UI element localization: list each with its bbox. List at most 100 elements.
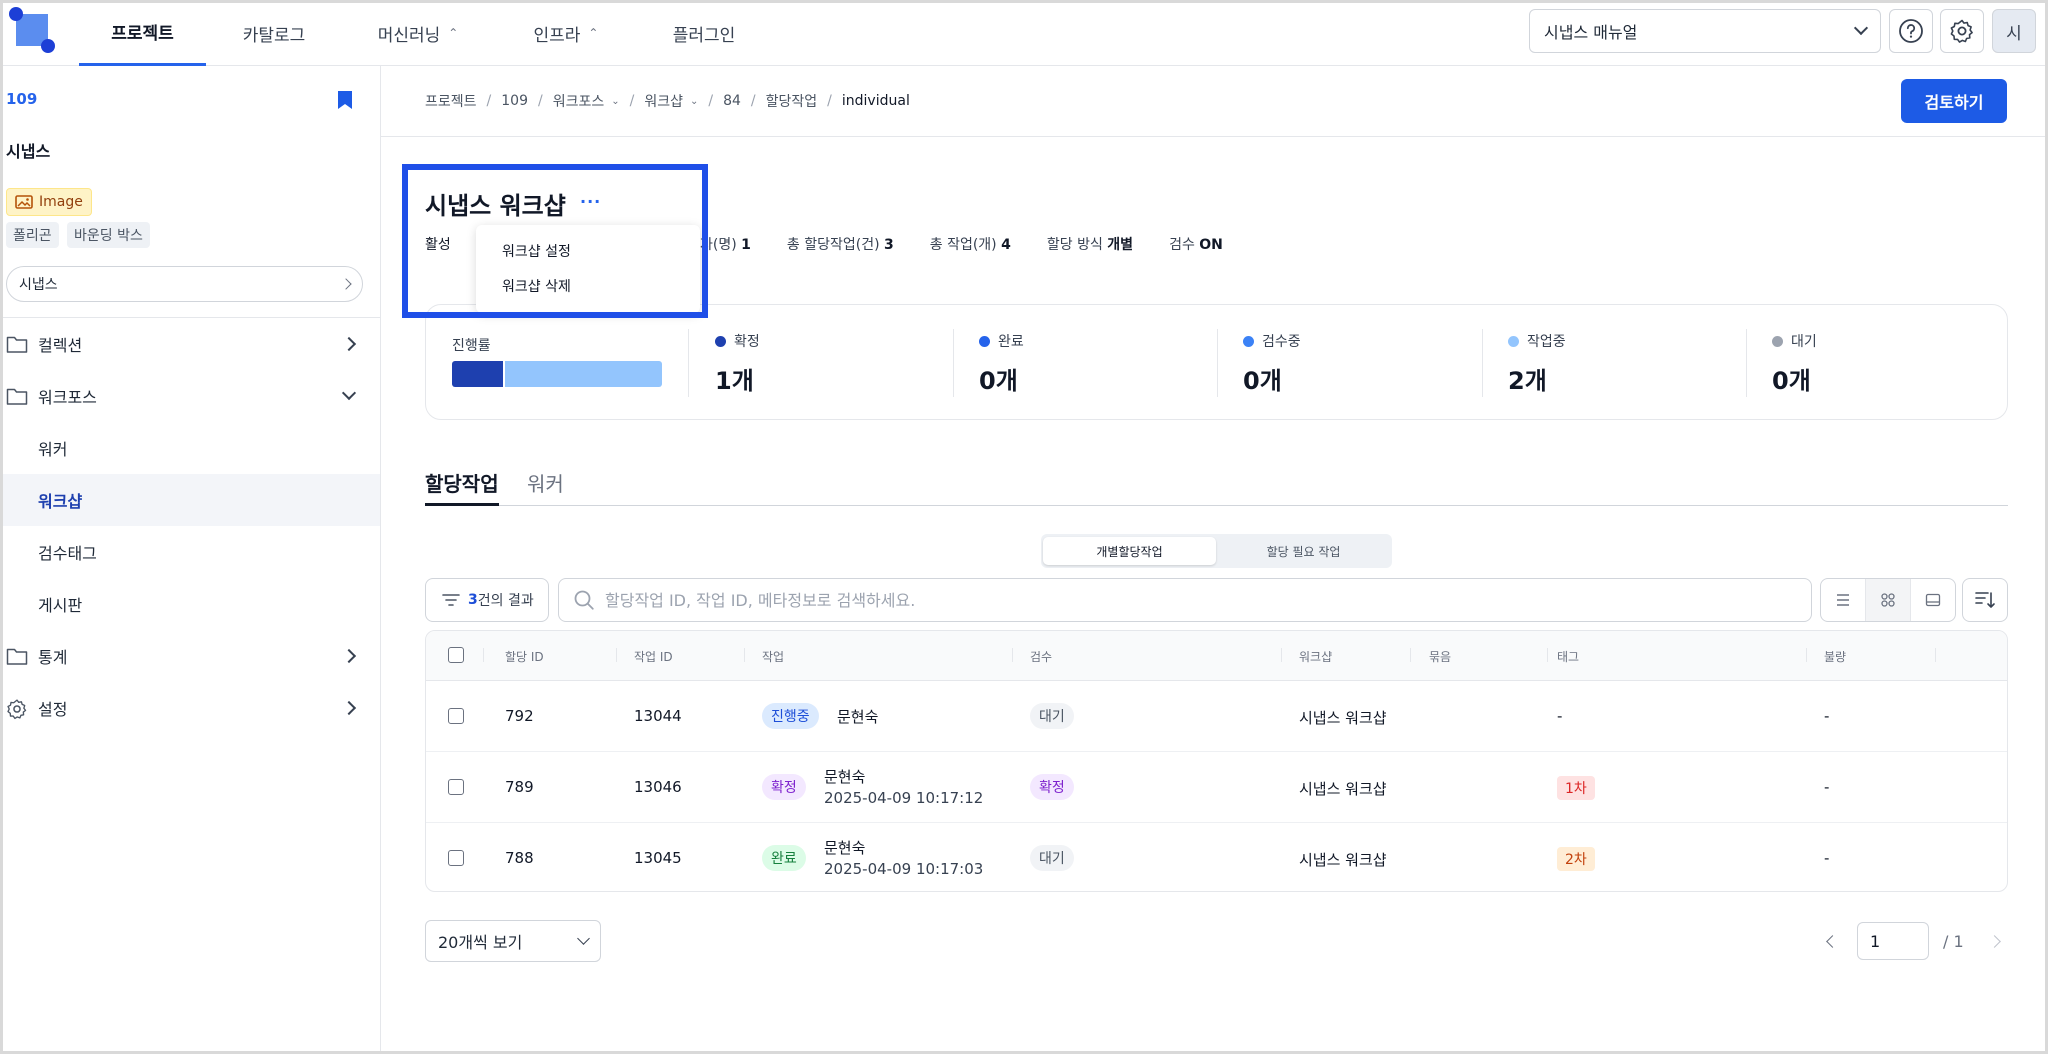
filter-button[interactable]: 3 건의 결과 [425,578,549,622]
header-defect[interactable]: 불량 [1824,648,1846,665]
progress-col-confirmed: 확정 1개 [715,331,760,396]
assignment-table: 할당 ID 작업 ID 작업 검수 워크샵 묶음 태그 불량 792 13044… [425,630,2008,892]
sidebar-subitem-review-tags[interactable]: 검수태그 [0,526,380,578]
gear-icon [1950,19,1973,43]
breadcrumb-item[interactable]: 84 [723,93,741,109]
sidebar-item-label: 컬렉션 [38,336,83,355]
app-logo[interactable] [8,6,58,56]
sidebar-item-collection[interactable]: 컬렉션 [0,318,380,370]
folder-icon [6,388,28,405]
nav-tab-infra[interactable]: 인프라 ⌃ [516,0,616,66]
bookmark-icon[interactable] [337,90,353,110]
header-review[interactable]: 검수 [1030,648,1052,665]
header-separator [483,648,484,662]
chevron-right-icon [341,336,357,352]
sidebar-item-statistics[interactable]: 통계 [0,630,380,682]
breadcrumb: 프로젝트 / 109 / 워크포스 ⌄ / 워크샵 ⌄ / 84 / 할당작업 / indivi… [425,91,910,111]
settings-button[interactable] [1940,9,1984,53]
sort-button[interactable] [1962,578,2008,622]
header-bundle[interactable]: 묶음 [1429,648,1451,665]
annotation-tag: 폴리곤 [6,222,59,248]
page-total: / 1 [1943,931,1964,951]
status-dot [979,335,990,347]
search-input[interactable] [605,590,1705,610]
page-size-select[interactable]: 20개씩 보기 [425,920,601,962]
task-time: 2025-04-09 10:17:03 [824,860,984,878]
stat-value: 4 [1001,237,1011,253]
stat-label: 총 할당작업(건) [786,237,880,253]
task-status-badge: 완료 [762,845,806,871]
cell-task-id: 13044 [634,707,682,725]
column-divider [1217,329,1218,397]
header-task-id[interactable]: 작업 ID [634,648,673,665]
header-workshop[interactable]: 워크샵 [1299,648,1332,665]
breadcrumb-item[interactable]: 109 [501,93,528,109]
row-checkbox[interactable] [448,708,464,724]
next-page-icon[interactable] [1987,934,2001,948]
header-tag[interactable]: 태그 [1557,648,1579,665]
tab-workers[interactable]: 워커 [527,468,564,497]
cell-workshop: 시냅스 워크샵 [1299,709,1387,727]
table-row[interactable]: 788 13045 완료 문현숙 2025-04-09 10:17:03 대기 시… [426,823,2007,891]
manual-select[interactable]: 시냅스 매뉴얼 [1529,9,1881,53]
page-size-value: 20개씩 보기 [438,933,523,952]
header-separator [1281,648,1282,662]
cell-assign-id: 792 [505,707,534,725]
cell-worker: 문현숙 2025-04-09 10:17:12 [824,766,983,807]
progress-segment-confirmed [452,361,505,387]
table-row[interactable]: 789 13046 확정 문현숙 2025-04-09 10:17:12 확정 시… [426,752,2007,823]
review-button[interactable]: 검토하기 [1901,79,2007,123]
sidebar-subitem-worker[interactable]: 워커 [0,422,380,474]
stat-value: ON [1199,237,1223,253]
help-button[interactable] [1889,9,1933,53]
cell-tag: 1차 [1557,776,1595,800]
cell-task-id: 13045 [634,849,682,867]
select-all-checkbox[interactable] [448,647,464,663]
chevron-down-icon [577,932,590,945]
breadcrumb-item[interactable]: 프로젝트 [425,91,477,111]
row-checkbox[interactable] [448,779,464,795]
segment-individual[interactable]: 개별할당작업 [1043,537,1216,565]
list-view-button[interactable] [1821,579,1866,621]
nav-tab-plugins[interactable]: 플러그인 [654,0,754,66]
cell-tag: 2차 [1557,847,1595,871]
breadcrumb-item-dropdown[interactable]: 워크포스 ⌄ [553,91,620,111]
header-task[interactable]: 작업 [762,648,784,665]
top-navigation: 프로젝트 카탈로그 머신러닝 ⌃ 인프라 ⌃ 플러그인 시냅스 매뉴얼 시 [0,0,2048,66]
nav-tab-catalog[interactable]: 카탈로그 [224,0,324,66]
search-box [558,578,1812,622]
header-separator [744,648,745,662]
page-number-input[interactable]: 1 [1857,922,1929,960]
sidebar-subitem-board[interactable]: 게시판 [0,578,380,630]
cell-defect: - [1824,707,1830,725]
sidebar-subitem-workshop[interactable]: 워크샵 [0,474,380,526]
sidebar-item-settings[interactable]: 설정 [0,682,380,734]
header-assign-id[interactable]: 할당 ID [505,648,544,665]
progress-col-done: 완료 0개 [979,331,1024,396]
breadcrumb-separator: / [827,93,832,109]
row-checkbox[interactable] [448,850,464,866]
user-avatar-button[interactable]: 시 [1992,9,2036,53]
list-icon [1837,594,1849,606]
tab-assignments[interactable]: 할당작업 [425,468,499,506]
breadcrumb-item-label: 워크샵 [644,94,683,110]
prev-page-icon[interactable] [1826,934,1839,948]
stat-value: 3 [884,237,894,253]
help-icon [1899,19,1923,43]
nav-tab-projects[interactable]: 프로젝트 [79,0,206,66]
sidebar-item-workforce[interactable]: 워크포스 [0,370,380,422]
segment-needs-assignment[interactable]: 할당 필요 작업 [1217,537,1390,565]
status-dot [1508,335,1519,347]
chevron-right-icon [341,700,357,716]
nav-tab-label: 플러그인 [672,25,736,46]
project-select[interactable]: 시냅스 [6,266,363,302]
grid-view-button[interactable] [1866,579,1911,621]
status-dot [715,335,726,347]
sidebar-item-label: 워크포스 [38,388,97,407]
preview-view-button[interactable] [1911,579,1955,621]
nav-tab-machine-learning[interactable]: 머신러닝 ⌃ [358,0,478,66]
table-row[interactable]: 792 13044 진행중 문현숙 대기 시냅스 워크샵 - - [426,681,2007,752]
chevron-down-icon: ⌄ [611,95,620,107]
breadcrumb-item-dropdown[interactable]: 워크샵 ⌄ [644,91,698,111]
breadcrumb-item[interactable]: 할당작업 [766,91,818,111]
